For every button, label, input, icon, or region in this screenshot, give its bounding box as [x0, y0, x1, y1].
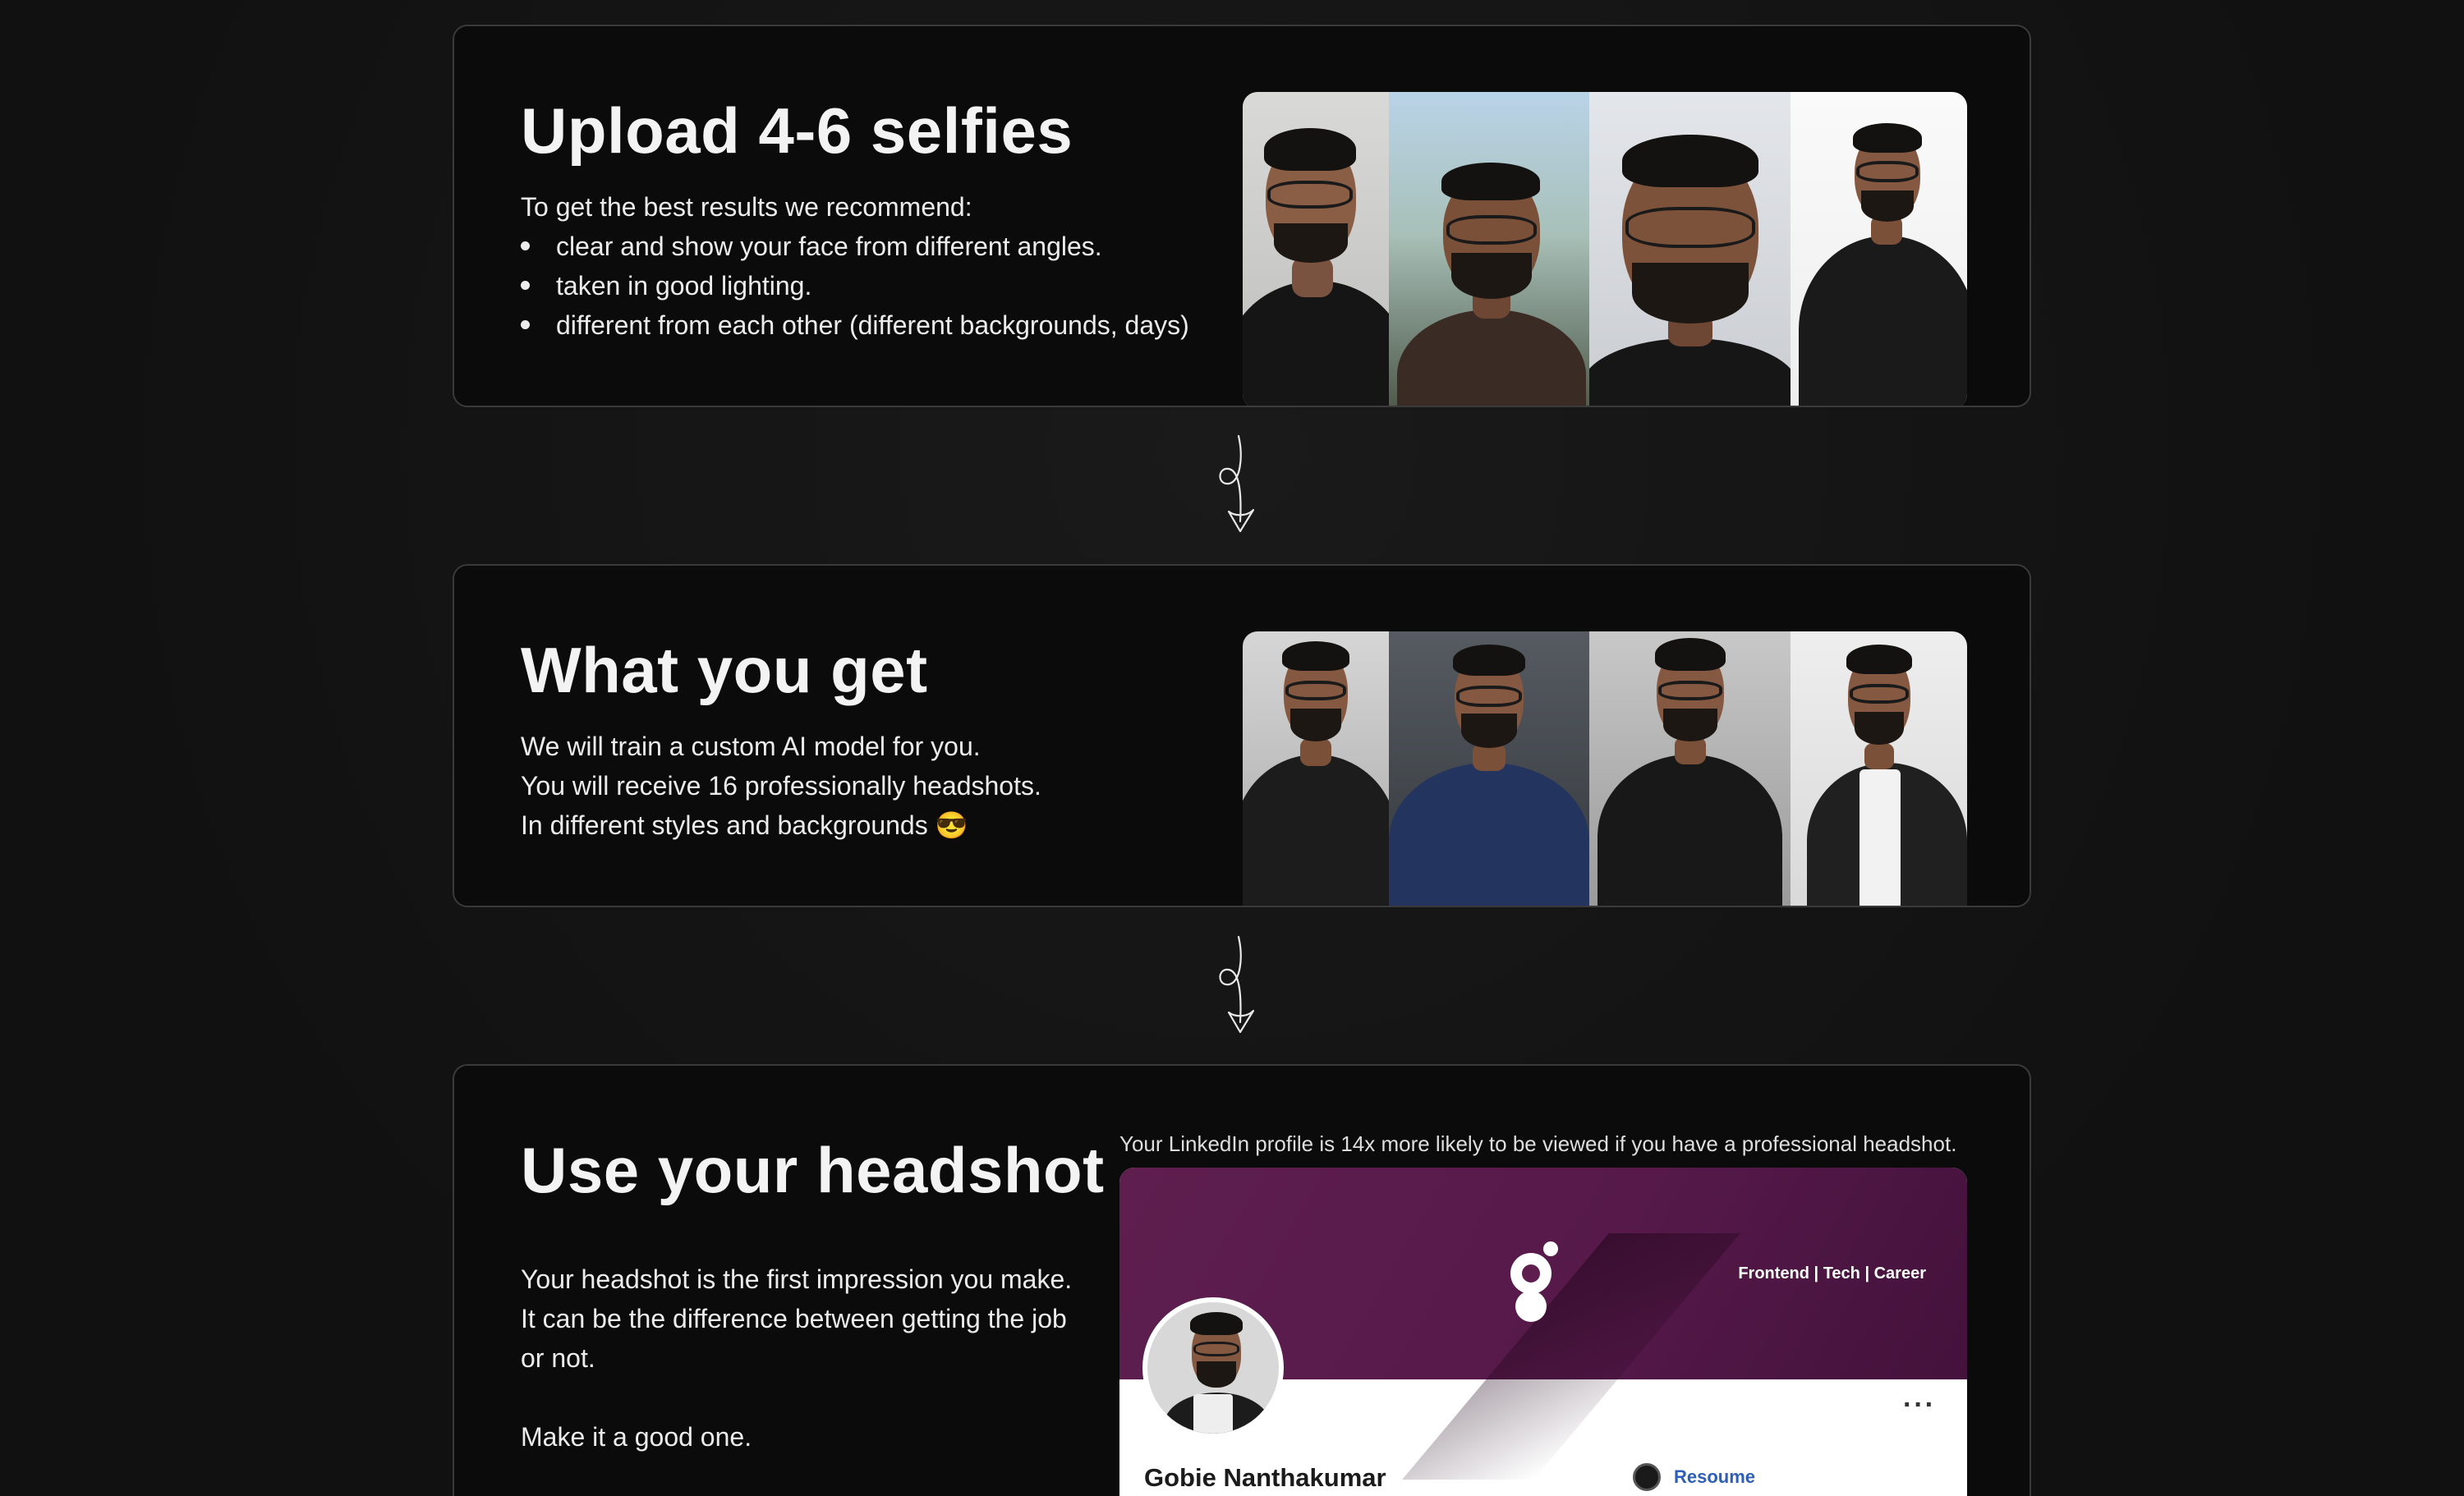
upload-selfies-title: Upload 4-6 selfies: [521, 94, 1073, 167]
description-line: We will train a custom AI model for you.: [521, 732, 981, 761]
use-your-headshot-card: Use your headshot Your headshot is the f…: [453, 1064, 2031, 1496]
company-logo-icon: [1633, 1463, 1661, 1491]
tip-item: taken in good lighting.: [521, 266, 1189, 305]
tip-item: different from each other (different bac…: [521, 305, 1189, 345]
use-headshot-description: Your headshot is the first impression yo…: [521, 1260, 1072, 1457]
description-line: or not.: [521, 1343, 595, 1373]
selfie-photo: [1589, 92, 1791, 406]
linkedin-profile-preview: Frontend | Tech | Career ··· Gobie Nanth…: [1119, 1168, 1967, 1496]
upload-selfies-card: Upload 4-6 selfies To get the best resul…: [453, 25, 2031, 407]
avatar[interactable]: [1142, 1297, 1284, 1439]
selfie-photo: [1243, 92, 1389, 406]
closing-line: Make it a good one.: [521, 1422, 752, 1452]
headshot-photo: [1389, 631, 1589, 906]
company-name[interactable]: Resoume: [1674, 1466, 1755, 1488]
headshot-photo-strip: [1243, 631, 1967, 906]
headshot-photo: [1243, 631, 1389, 906]
what-you-get-title: What you get: [521, 634, 928, 706]
description-line: In different styles and backgrounds 😎: [521, 810, 968, 840]
more-dots-icon[interactable]: ···: [1903, 1389, 1936, 1421]
selfie-photo-strip: [1243, 92, 1967, 406]
brand-logo: [1510, 1253, 1551, 1294]
what-you-get-card: What you get We will train a custom AI m…: [453, 564, 2031, 907]
headshot-photo: [1589, 631, 1791, 906]
description-line: It can be the difference between getting…: [521, 1304, 1067, 1333]
page: Upload 4-6 selfies To get the best resul…: [0, 0, 2464, 1496]
description-line: You will receive 16 professionally heads…: [521, 771, 1041, 801]
curly-down-arrow-icon: [1219, 935, 1255, 1034]
use-headshot-title: Use your headshot: [521, 1134, 1105, 1206]
linkedin-stat-caption: Your LinkedIn profile is 14x more likely…: [1119, 1131, 1957, 1156]
upload-instructions: To get the best results we recommend: cl…: [521, 187, 1189, 345]
curly-down-arrow-icon: [1219, 434, 1255, 533]
profile-company[interactable]: Resoume: [1633, 1463, 1755, 1491]
headshot-photo: [1791, 631, 1967, 906]
tips-list: clear and show your face from different …: [521, 227, 1189, 345]
tip-item: clear and show your face from different …: [521, 227, 1189, 266]
selfie-photo: [1791, 92, 1967, 406]
selfie-photo: [1389, 92, 1589, 406]
what-you-get-description: We will train a custom AI model for you.…: [521, 727, 1041, 845]
description-line: Your headshot is the first impression yo…: [521, 1264, 1073, 1294]
banner-tagline: Frontend | Tech | Career: [1738, 1264, 1926, 1283]
profile-name: Gobie Nanthakumar: [1144, 1463, 1386, 1492]
instructions-intro: To get the best results we recommend:: [521, 192, 972, 222]
